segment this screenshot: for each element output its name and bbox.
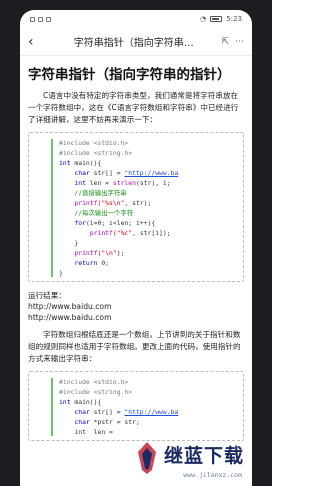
- status-icons-left: [30, 16, 51, 22]
- code-url-link[interactable]: "http://www.ba: [124, 408, 178, 416]
- clock: 5:23: [226, 15, 242, 23]
- code-gutter-line: [51, 139, 53, 277]
- result-label: 运行结果：: [28, 291, 66, 300]
- status-bar: ◔ 5:23: [20, 10, 252, 28]
- watermark-text: 继蓝下载: [163, 445, 244, 467]
- code-line: int main(){: [59, 398, 102, 406]
- battery-icon: [210, 16, 223, 22]
- code-block-2: #include <stdio.h> #include <string.h> i…: [28, 371, 244, 441]
- code-line: }: [59, 239, 79, 247]
- code-line: #include <stdio.h>: [59, 139, 129, 147]
- screen: ◔ 5:23 ‹ 字符串指针（指向字符串… ⇱ ⋯ 字符串指针（指向字符串的指针…: [20, 10, 252, 486]
- article-heading: 字符串指针（指向字符串的指针）: [28, 67, 231, 83]
- code-line: }: [59, 269, 63, 277]
- result-output: http://www.baidu.com: [28, 302, 112, 311]
- code-line: int len = strlen(str), i;: [59, 179, 171, 187]
- code-line: int main(){: [59, 159, 102, 167]
- code-line: #include <string.h>: [59, 388, 133, 396]
- code-line: char *pstr = str;: [59, 418, 140, 426]
- watermark: 继蓝下载 www.jilanxz.com: [134, 432, 244, 482]
- code-line: printf("%s\n", str);: [59, 199, 152, 207]
- code-line: return 0;: [59, 259, 110, 267]
- code-line: #include <string.h>: [59, 149, 133, 157]
- code-gutter-line: [51, 378, 53, 436]
- wifi-icon: ◔: [200, 15, 207, 23]
- code-line: char str[] = "http://www.ba: [59, 408, 179, 416]
- phone-frame: ◔ 5:23 ‹ 字符串指针（指向字符串… ⇱ ⋯ 字符串指针（指向字符串的指针…: [0, 0, 272, 486]
- page-title: 字符串指针（指向字符串…: [73, 38, 194, 49]
- app-bar: ‹ 字符串指针（指向字符串… ⇱ ⋯: [20, 28, 252, 56]
- code-line: char str[] = "http://www.ba: [59, 169, 179, 177]
- article-content: 字符串指针（指向字符串的指针） C语言中没有特定的字符串类型，我们通常是将字符串…: [20, 56, 252, 455]
- notification-icon: [46, 16, 51, 22]
- notification-icon: [30, 16, 35, 22]
- code-comment: //直接输出字符串: [59, 189, 127, 197]
- watermark-url: www.jilanxz.com: [183, 471, 242, 479]
- more-icon[interactable]: ⋯: [235, 37, 244, 47]
- back-icon[interactable]: ‹: [28, 34, 46, 50]
- result-output: http://www.baidu.com: [28, 313, 112, 322]
- code-line: printf("%c", str[i]);: [59, 229, 171, 237]
- code-line: printf("\n");: [59, 249, 125, 257]
- code-line: for(i=0; i<len; i++){: [59, 219, 156, 227]
- code-url-link[interactable]: "http://www.ba: [124, 169, 178, 177]
- status-icons-right: ◔ 5:23: [200, 15, 242, 23]
- code-comment: //每次输出一个字符: [59, 209, 134, 217]
- notification-icon: [38, 16, 43, 22]
- watermark-logo-icon: [138, 442, 156, 474]
- intro-paragraph: C语言中没有特定的字符串类型，我们通常是将字符串放在一个字符数组中，这在《C语言…: [28, 91, 239, 124]
- run-result: 运行结果： http://www.baidu.com http://www.ba…: [28, 290, 244, 323]
- appbar-actions: ⇱ ⋯: [221, 37, 244, 47]
- body-paragraph: 字符数组归根结底还是一个数组，上节讲到的关于指针和数组的规则同样也适用于字符数组…: [28, 330, 241, 363]
- share-icon[interactable]: ⇱: [221, 37, 229, 47]
- code-line: #include <stdio.h>: [59, 378, 129, 386]
- code-block-1: #include <stdio.h> #include <string.h> i…: [28, 132, 244, 282]
